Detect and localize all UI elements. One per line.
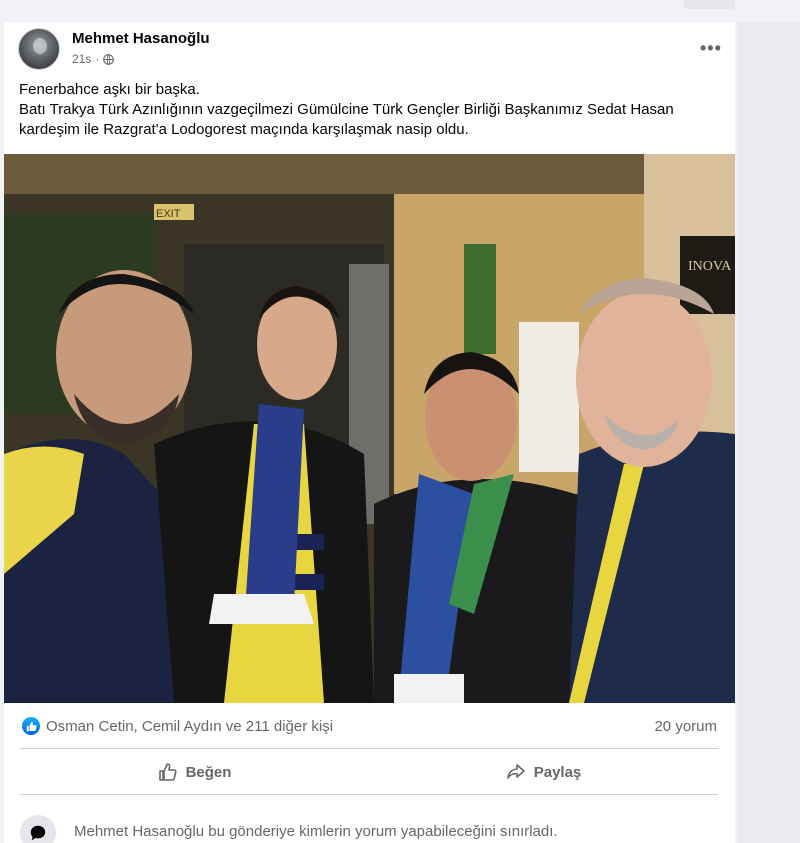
like-label: Beğen (185, 763, 232, 781)
comment-restriction-notice: Mehmet Hasanoğlu bu gönderiye kimlerin y… (20, 815, 718, 843)
divider (20, 748, 718, 749)
post-photo[interactable]: INOVA EXIT (4, 154, 735, 703)
action-bar: Beğen Paylaş (20, 752, 718, 792)
author-name[interactable]: Mehmet Hasanoğlu (72, 30, 210, 47)
post-meta: 21s · (72, 52, 115, 66)
top-bar (0, 0, 800, 22)
reaction-names[interactable]: Osman Cetin, Cemil Aydın ve 211 diğer ki… (46, 718, 333, 735)
share-button[interactable]: Paylaş (369, 752, 718, 792)
share-label: Paylaş (533, 763, 582, 781)
comment-bubble-icon (30, 825, 46, 841)
comment-icon-badge (20, 815, 56, 843)
caption-line: kardeşim ile Razgrat'a Lodogorest maçınd… (19, 121, 469, 138)
photo-illustration: INOVA EXIT (4, 154, 735, 703)
globe-icon (103, 53, 115, 65)
comment-count[interactable]: 20 yorum (654, 718, 717, 735)
photo-exit-text: EXIT (156, 208, 181, 220)
like-reaction-icon[interactable] (22, 717, 40, 735)
photo-sign-text: INOVA (688, 259, 732, 274)
right-rail (737, 22, 800, 843)
reactions-bar: Osman Cetin, Cemil Aydın ve 211 diğer ki… (22, 714, 717, 738)
post-time[interactable]: 21s (72, 52, 91, 66)
more-options-icon[interactable]: ••• (700, 38, 722, 59)
caption-line: Batı Trakya Türk Azınlığının vazgeçilmez… (19, 101, 674, 118)
thumbs-up-icon (158, 763, 177, 781)
divider (20, 794, 718, 795)
notice-text: Mehmet Hasanoğlu bu gönderiye kimlerin y… (74, 823, 558, 840)
post-caption: Fenerbahce aşkı bir başka. Batı Trakya T… (19, 80, 719, 140)
thumbs-up-icon (26, 721, 37, 731)
like-button[interactable]: Beğen (20, 752, 369, 792)
share-icon (506, 764, 525, 779)
post-card: Mehmet Hasanoğlu 21s · ••• Fenerbahce aş… (4, 22, 735, 843)
caption-line: Fenerbahce aşkı bir başka. (19, 81, 200, 98)
post-header: Mehmet Hasanoğlu 21s · ••• (18, 28, 721, 72)
author-avatar[interactable] (18, 28, 60, 70)
top-control[interactable] (684, 0, 735, 9)
separator: · (95, 52, 100, 66)
